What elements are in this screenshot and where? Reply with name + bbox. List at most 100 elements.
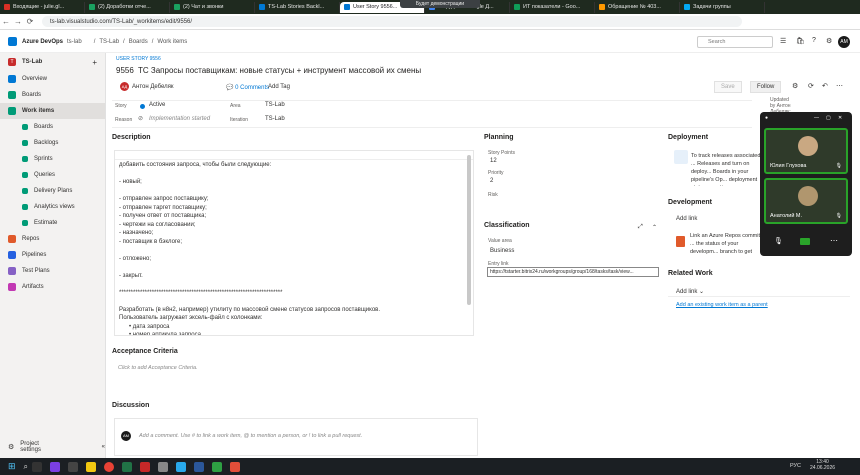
avatar[interactable]: AM — [838, 36, 850, 48]
story-points-value[interactable]: 12 — [490, 158, 497, 164]
sidebar-item[interactable]: Sprints — [0, 151, 105, 167]
project-header[interactable]: T TS-Lab + — [0, 53, 105, 71]
org-link[interactable]: ts-lab — [67, 39, 82, 45]
reload-icon[interactable]: ⟳ — [24, 17, 36, 26]
assignee-name[interactable]: Антон Дебеляк — [132, 84, 174, 90]
app-icon[interactable] — [68, 461, 79, 472]
value-area-value[interactable]: Business — [490, 248, 514, 254]
related-add-link-label: Add link — [676, 289, 698, 295]
browser-tab[interactable]: (2) Доработки отче... — [85, 1, 170, 13]
close-icon[interactable]: ✕ — [838, 115, 842, 121]
sidebar-item[interactable]: Analytics views — [0, 199, 105, 215]
browser-tab[interactable]: Задачи группы — [680, 1, 765, 13]
tab-favicon-icon — [599, 4, 605, 10]
camera-icon[interactable] — [800, 238, 810, 245]
development-add-link[interactable]: Add link — [676, 216, 697, 222]
priority-value[interactable]: 2 — [490, 178, 493, 184]
call-menu-icon[interactable]: ● — [765, 115, 768, 121]
marketplace-icon[interactable]: 🛍 — [796, 37, 805, 45]
sidebar-item[interactable]: Boards — [0, 119, 105, 135]
sidebar-item[interactable]: Queries — [0, 167, 105, 183]
related-work-heading: Related Work — [668, 270, 713, 277]
collapse-section-icon[interactable]: ⌃ — [652, 224, 657, 231]
sidebar-item[interactable]: Delivery Plans — [0, 183, 105, 199]
brand[interactable]: Azure DevOps — [22, 39, 63, 45]
settings-icon[interactable]: ⚙ — [792, 82, 798, 90]
sidebar-item[interactable]: Overview — [0, 71, 105, 87]
acceptance-field[interactable]: Click to add Acceptance Criteria. — [114, 362, 474, 378]
save-button[interactable]: Save — [714, 81, 742, 93]
forward-icon[interactable]: → — [12, 17, 24, 26]
browser-tab[interactable]: (2) Чат и звонки — [170, 1, 255, 13]
description-editor[interactable]: добавить состояния запроса, чтобы были с… — [114, 150, 474, 336]
expand-icon[interactable]: ⤢ — [638, 224, 643, 231]
more-icon[interactable]: ⋯ — [836, 82, 843, 90]
browser-tab[interactable]: Входящие - julie.gl... — [0, 1, 85, 13]
nav-icon — [8, 267, 16, 275]
excel-icon[interactable] — [122, 461, 133, 472]
chrome-icon[interactable] — [104, 461, 115, 472]
entry-link-value: https://tstarter.bitrix24.ru/workgroups/… — [490, 269, 634, 275]
url-input[interactable]: ts-lab.visualstudio.com/TS-Lab/_workitem… — [42, 16, 742, 27]
collapse-icon[interactable]: « — [102, 444, 105, 450]
visual-studio-icon[interactable] — [50, 461, 61, 472]
chevron-down-icon: ⌄ — [697, 289, 705, 295]
iteration-value[interactable]: TS-Lab — [265, 116, 285, 122]
windows-start-icon[interactable]: ⊞ — [8, 461, 16, 472]
refresh-icon[interactable]: ⟳ — [808, 82, 814, 90]
app-icon[interactable] — [140, 461, 151, 472]
comment-input[interactable]: Add a comment. Use # to link a work item… — [139, 433, 362, 439]
browser-tab[interactable]: Обращение № 403... — [595, 1, 680, 13]
minimize-icon[interactable]: — — [814, 115, 819, 121]
sidebar-item[interactable]: Work items — [0, 103, 105, 119]
comments-count: 0 Comments — [235, 85, 270, 91]
user-settings-icon[interactable]: ⚙ — [826, 37, 832, 45]
search-input[interactable]: Search — [697, 36, 773, 48]
browser-tab[interactable]: ИТ показатели - Goo... — [510, 1, 595, 13]
add-existing-parent-link[interactable]: Add an existing work item as a parent — [676, 302, 768, 308]
sidebar-item[interactable]: Test Plans — [0, 263, 105, 279]
help-icon[interactable]: ? — [812, 37, 816, 44]
app-icon[interactable] — [212, 461, 223, 472]
language-indicator[interactable]: РУС — [790, 463, 801, 469]
sidebar-item[interactable]: Artifacts — [0, 279, 105, 295]
restore-icon[interactable]: ▢ — [826, 115, 831, 121]
clock[interactable]: 13:40 24.06.2026 — [810, 459, 835, 471]
video-call-window[interactable]: ● — ▢ ✕ Юлия Глухова 🎙 Анатолий М. 🎙 🎙 ⋯ — [760, 112, 852, 256]
app-icon[interactable] — [158, 461, 169, 472]
browser-tab[interactable]: TS-Lab Stories Backl... — [255, 1, 340, 13]
state-value[interactable]: Active — [149, 102, 165, 108]
comments-link[interactable]: 💬 0 Comments — [226, 84, 269, 91]
more-options-icon[interactable]: ⋯ — [830, 236, 838, 245]
add-tag-button[interactable]: Add Tag — [268, 84, 290, 90]
add-icon[interactable]: + — [92, 58, 97, 67]
project-settings-link[interactable]: ⚙ Project settings « — [8, 441, 105, 453]
breadcrumb-work-items[interactable]: Work items — [157, 39, 187, 45]
word-icon[interactable] — [194, 461, 205, 472]
related-add-link[interactable]: Add link ⌄ — [676, 288, 704, 295]
settings-list-icon[interactable]: ☰ — [780, 37, 786, 45]
search-icon[interactable]: ⌕ — [24, 462, 28, 472]
telegram-icon[interactable] — [176, 461, 187, 472]
area-value[interactable]: TS-Lab — [265, 102, 285, 108]
task-view-icon[interactable] — [32, 461, 43, 472]
follow-button[interactable]: Follow — [750, 81, 782, 93]
microphone-icon[interactable]: 🎙 — [774, 237, 783, 245]
entry-link-input[interactable]: https://tstarter.bitrix24.ru/workgroups/… — [487, 267, 659, 277]
tab-favicon-icon — [344, 4, 350, 10]
sidebar-item[interactable]: Pipelines — [0, 247, 105, 263]
sidebar-item[interactable]: Estimate — [0, 215, 105, 231]
back-icon[interactable]: ← — [0, 17, 12, 26]
description-scrollbar[interactable] — [467, 155, 471, 305]
reason-value[interactable]: Implementation started — [149, 116, 210, 122]
breadcrumb-boards[interactable]: Boards — [129, 39, 148, 45]
app-icon[interactable] — [230, 461, 241, 472]
sidebar-item[interactable]: Repos — [0, 231, 105, 247]
work-item-title[interactable]: ТС Запросы поставщикам: новые статусы + … — [138, 66, 421, 75]
undo-icon[interactable]: ↶ — [822, 82, 828, 90]
sidebar-item[interactable]: Boards — [0, 87, 105, 103]
azure-devops-logo-icon[interactable] — [8, 37, 17, 46]
sidebar-item[interactable]: Backlogs — [0, 135, 105, 151]
file-explorer-icon[interactable] — [86, 461, 97, 472]
breadcrumb-project[interactable]: TS-Lab — [99, 39, 119, 45]
